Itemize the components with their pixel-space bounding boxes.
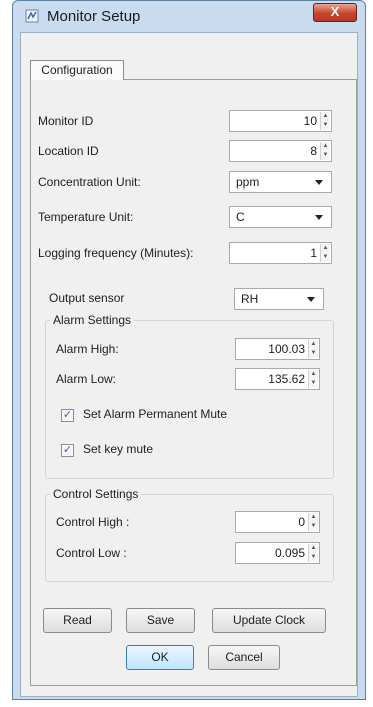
close-button[interactable]: X <box>313 3 357 22</box>
monitor-id-spinner[interactable]: 10 ▲ ▼ <box>229 110 332 132</box>
temperature-unit-label: Temperature Unit: <box>38 210 134 224</box>
window-title: Monitor Setup <box>47 8 141 25</box>
control-settings-group: Control Settings Control High : 0 ▲ ▼ Con… <box>45 487 334 582</box>
alarm-settings-title: Alarm Settings <box>50 313 135 327</box>
close-icon: X <box>330 4 340 19</box>
spin-arrows-icon[interactable]: ▲ ▼ <box>308 513 318 531</box>
spin-arrows-icon[interactable]: ▲ ▼ <box>308 370 318 388</box>
alarm-high-label: Alarm High: <box>56 342 119 356</box>
spin-arrows-icon[interactable]: ▲ ▼ <box>320 142 330 160</box>
location-id-spinner[interactable]: 8 ▲ ▼ <box>229 140 332 162</box>
control-high-spinner[interactable]: 0 ▲ ▼ <box>235 511 320 533</box>
output-sensor-select[interactable]: RH <box>234 288 324 310</box>
permanent-mute-checkbox[interactable]: ✓ <box>61 409 74 422</box>
spin-arrows-icon[interactable]: ▲ ▼ <box>320 244 330 262</box>
monitor-app-icon <box>25 9 39 23</box>
key-mute-label[interactable]: Set key mute <box>83 442 153 456</box>
save-button[interactable]: Save <box>126 608 195 633</box>
chevron-down-icon <box>315 180 323 185</box>
concentration-unit-select[interactable]: ppm <box>229 171 332 193</box>
monitor-id-value: 10 <box>303 114 317 128</box>
read-button[interactable]: Read <box>43 608 112 633</box>
checkmark-icon: ✓ <box>62 444 73 456</box>
update-clock-button[interactable]: Update Clock <box>212 608 326 633</box>
control-high-label: Control High : <box>56 515 130 529</box>
dialog-client-area: Configuration Monitor ID 10 ▲ ▼ Location … <box>20 32 358 697</box>
logging-frequency-label: Logging frequency (Minutes): <box>38 246 194 260</box>
concentration-unit-label: Concentration Unit: <box>38 175 141 189</box>
control-low-spinner[interactable]: 0.095 ▲ ▼ <box>235 542 320 564</box>
location-id-label: Location ID <box>38 144 99 158</box>
key-mute-checkbox[interactable]: ✓ <box>61 444 74 457</box>
control-settings-title: Control Settings <box>50 487 142 501</box>
temperature-unit-select[interactable]: C <box>229 206 332 228</box>
cancel-button[interactable]: Cancel <box>208 645 280 670</box>
alarm-settings-group: Alarm Settings Alarm High: 100.03 ▲ ▼ Ala… <box>45 313 334 479</box>
output-sensor-value: RH <box>241 292 259 306</box>
alarm-low-label: Alarm Low: <box>56 372 117 386</box>
chevron-down-icon <box>307 297 315 302</box>
control-low-value: 0.095 <box>274 546 305 560</box>
spin-arrows-icon[interactable]: ▲ ▼ <box>320 112 330 130</box>
chevron-down-icon <box>315 215 323 220</box>
alarm-high-spinner[interactable]: 100.03 ▲ ▼ <box>235 338 320 360</box>
alarm-low-spinner[interactable]: 135.62 ▲ ▼ <box>235 368 320 390</box>
title-bar[interactable]: Monitor Setup X <box>13 1 365 31</box>
configuration-panel: Monitor ID 10 ▲ ▼ Location ID 8 ▲ ▼ Concen… <box>30 79 357 686</box>
permanent-mute-label[interactable]: Set Alarm Permanent Mute <box>83 407 227 421</box>
spin-arrows-icon[interactable]: ▲ ▼ <box>308 340 318 358</box>
tab-configuration[interactable]: Configuration <box>30 60 124 80</box>
checkmark-icon: ✓ <box>62 409 73 421</box>
output-sensor-label: Output sensor <box>49 291 125 305</box>
control-high-value: 0 <box>298 515 305 529</box>
concentration-unit-value: ppm <box>236 175 260 189</box>
monitor-setup-window: Monitor Setup X Configuration Monitor ID… <box>12 0 366 700</box>
temperature-unit-value: C <box>236 210 245 224</box>
alarm-high-value: 100.03 <box>268 342 305 356</box>
alarm-low-value: 135.62 <box>268 372 305 386</box>
logging-frequency-spinner[interactable]: 1 ▲ ▼ <box>229 242 332 264</box>
spin-arrows-icon[interactable]: ▲ ▼ <box>308 544 318 562</box>
monitor-id-label: Monitor ID <box>38 114 94 128</box>
control-low-label: Control Low : <box>56 546 127 560</box>
location-id-value: 8 <box>310 144 317 158</box>
ok-button[interactable]: OK <box>126 645 194 670</box>
logging-frequency-value: 1 <box>310 246 317 260</box>
